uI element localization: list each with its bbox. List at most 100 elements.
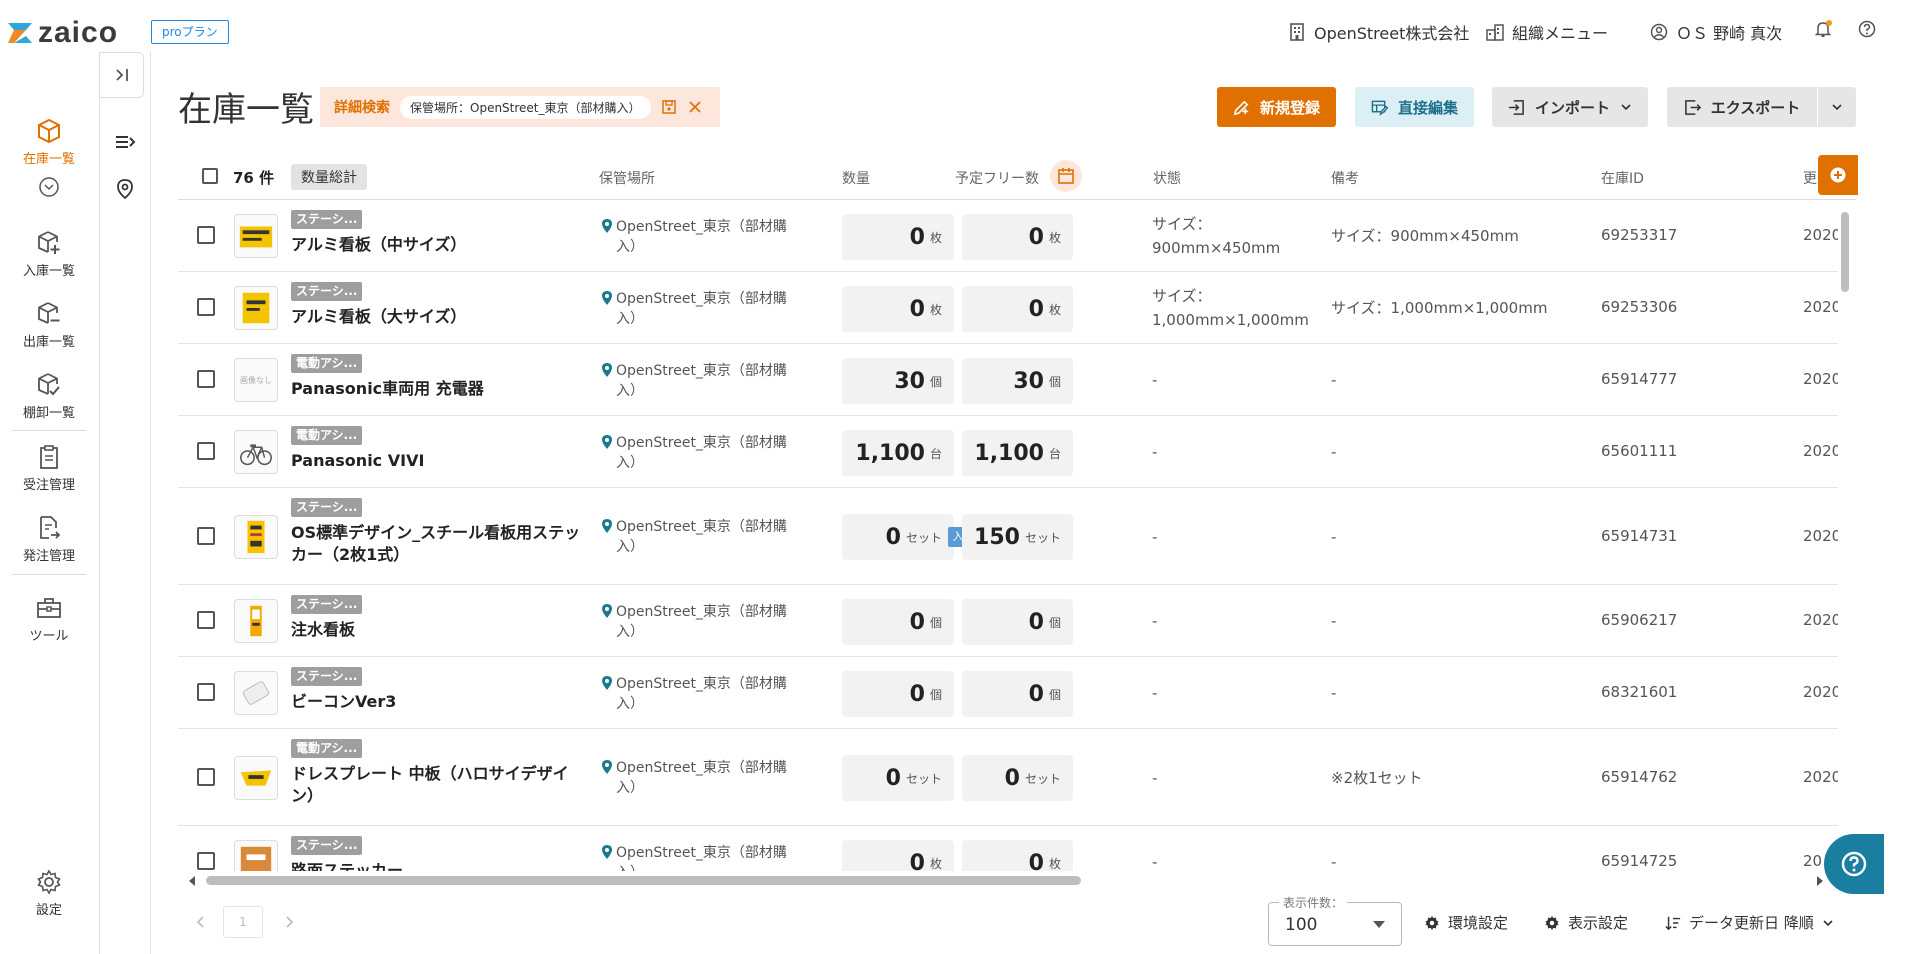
qty-cell[interactable]: 30 個 [842,358,954,404]
item-thumbnail[interactable] [234,515,278,559]
item-thumbnail[interactable] [234,430,278,474]
display-settings-button[interactable]: 表示設定 [1544,912,1628,933]
item-name[interactable]: ドレスプレート 中板（ハロサイデザイン） [291,763,581,807]
qty-cell[interactable]: 0 枚 [842,214,954,260]
col-state[interactable]: 状態 [1153,168,1181,188]
free-qty-cell[interactable]: 0 枚 [962,840,1073,871]
free-qty-cell[interactable]: 150 セット [962,514,1073,560]
scroll-right-icon[interactable] [1816,876,1824,886]
org-menu[interactable]: 組織メニュー [1486,20,1608,44]
col-free-qty[interactable]: 予定フリー数 [955,168,1039,188]
horizontal-scroll-thumb[interactable] [206,876,1081,885]
qty-cell[interactable]: 0 セット [842,755,954,801]
item-name[interactable]: アルミ看板（中サイズ） [291,234,581,256]
item-name[interactable]: Panasonic VIVI [291,450,581,472]
item-name[interactable]: Panasonic車両用 充電器 [291,378,581,400]
qty-cell[interactable]: 0 セット [842,514,954,560]
sort-selector[interactable]: データ更新日 降順 [1665,912,1834,933]
calendar-button[interactable] [1050,160,1082,192]
advanced-search-bar[interactable]: 詳細検索 保管場所：OpenStreet_東京（部材購入） [320,87,720,127]
row-checkbox[interactable] [197,852,215,870]
help-button[interactable] [1858,20,1876,38]
row-checkbox[interactable] [197,298,215,316]
row-checkbox[interactable] [197,611,215,629]
free-qty-cell[interactable]: 1,100 台 [962,430,1073,476]
user-menu[interactable]: ＯＳ 野崎 真次 [1650,20,1782,44]
qty-cell[interactable]: 0 個 [842,599,954,645]
table-row[interactable]: ステーシ... ビーコンVer3 OpenStreet_東京（部材購入） 0 個… [178,658,1838,729]
table-row[interactable]: ステーシ... アルミ看板（大サイズ） OpenStreet_東京（部材購入） … [178,273,1838,344]
qty-cell[interactable]: 0 枚 [842,840,954,871]
col-location[interactable]: 保管場所 [599,168,655,188]
page-number[interactable]: 1 [223,906,263,938]
horizontal-scrollbar[interactable] [178,873,1834,887]
table-row[interactable]: ステーシ... 路面ステッカー OpenStreet_東京（部材購入） 0 枚 … [178,827,1838,871]
nav-stocktake[interactable]: 棚卸一覧 [0,372,98,421]
nav-tools[interactable]: ツール [0,595,98,644]
prev-page-icon[interactable] [196,916,206,928]
qty-total-button[interactable]: 数量総計 [291,164,367,190]
qty-cell[interactable]: 0 個 [842,671,954,717]
table-row[interactable]: 画像なし 電動アシ... Panasonic車両用 充電器 OpenStreet… [178,345,1838,416]
col-qty[interactable]: 数量 [842,168,870,188]
zaico-logo[interactable]: zaico [6,16,118,50]
notifications-button[interactable] [1814,20,1832,38]
filter-toggle-button[interactable] [114,131,136,157]
direct-edit-button[interactable]: 直接編集 [1355,87,1474,127]
save-filter-icon[interactable] [661,99,677,115]
select-all-checkbox[interactable] [202,168,218,184]
import-button[interactable]: インポート [1492,87,1648,127]
free-qty-cell[interactable]: 30 個 [962,358,1073,404]
table-row[interactable]: 電動アシ... Panasonic VIVI OpenStreet_東京（部材購… [178,417,1838,488]
nav-outbound[interactable]: 出庫一覧 [0,301,98,350]
company-selector[interactable]: OpenStreet株式会社 [1288,20,1469,44]
table-row[interactable]: ステーシ... 注水看板 OpenStreet_東京（部材購入） 0 個 0 個… [178,586,1838,657]
item-thumbnail[interactable] [234,286,278,330]
export-button[interactable]: エクスポート [1667,87,1817,127]
item-thumbnail[interactable] [234,214,278,258]
close-filter-icon[interactable] [687,99,703,115]
item-name[interactable]: 注水看板 [291,619,581,641]
row-checkbox[interactable] [197,370,215,388]
nav-orders-received[interactable]: 受注管理 [0,444,98,493]
nav-inventory[interactable]: 在庫一覧 [0,118,98,167]
plan-badge[interactable]: proプラン [151,20,229,44]
item-name[interactable]: ビーコンVer3 [291,691,581,713]
scroll-left-icon[interactable] [188,876,196,886]
new-item-button[interactable]: 新規登録 [1217,87,1336,127]
location-filter-button[interactable] [115,178,135,204]
env-settings-button[interactable]: 環境設定 [1424,912,1508,933]
nav-settings[interactable]: 設定 [0,869,98,918]
row-checkbox[interactable] [197,527,215,545]
item-name[interactable]: アルミ看板（大サイズ） [291,306,581,328]
row-checkbox[interactable] [197,683,215,701]
item-name[interactable]: 路面ステッカー [291,860,581,871]
row-checkbox[interactable] [197,442,215,460]
table-row[interactable]: 電動アシ... ドレスプレート 中板（ハロサイデザイン） OpenStreet_… [178,730,1838,826]
filter-chip-location[interactable]: 保管場所：OpenStreet_東京（部材購入） [400,95,651,119]
nav-inbound[interactable]: 入庫一覧 [0,230,98,279]
help-chat-button[interactable] [1824,834,1884,894]
vertical-scroll-thumb[interactable] [1841,212,1849,292]
add-column-button[interactable] [1818,155,1858,195]
item-thumbnail[interactable]: 画像なし [234,358,278,402]
export-dropdown-button[interactable] [1818,87,1856,127]
free-qty-cell[interactable]: 0 個 [962,599,1073,645]
free-qty-cell[interactable]: 0 枚 [962,286,1073,332]
col-note[interactable]: 備考 [1331,168,1359,188]
free-qty-cell[interactable]: 0 セット [962,755,1073,801]
row-checkbox[interactable] [197,226,215,244]
qty-cell[interactable]: 1,100 台 [842,430,954,476]
item-name[interactable]: OS標準デザイン_スチール看板用ステッカー（2枚1式） [291,522,581,566]
free-qty-cell[interactable]: 0 枚 [962,214,1073,260]
col-id[interactable]: 在庫ID [1601,168,1644,188]
collapse-sidebar-button[interactable] [99,52,144,98]
col-updated[interactable]: 更 [1803,168,1817,188]
free-qty-cell[interactable]: 0 個 [962,671,1073,717]
table-row[interactable]: ステーシ... OS標準デザイン_スチール看板用ステッカー（2枚1式） Open… [178,489,1838,585]
item-thumbnail[interactable] [234,840,278,871]
table-row[interactable]: ステーシ... アルミ看板（中サイズ） OpenStreet_東京（部材購入） … [178,201,1838,272]
nav-purchase-orders[interactable]: 発注管理 [0,515,98,564]
next-page-icon[interactable] [284,916,294,928]
item-thumbnail[interactable] [234,599,278,643]
